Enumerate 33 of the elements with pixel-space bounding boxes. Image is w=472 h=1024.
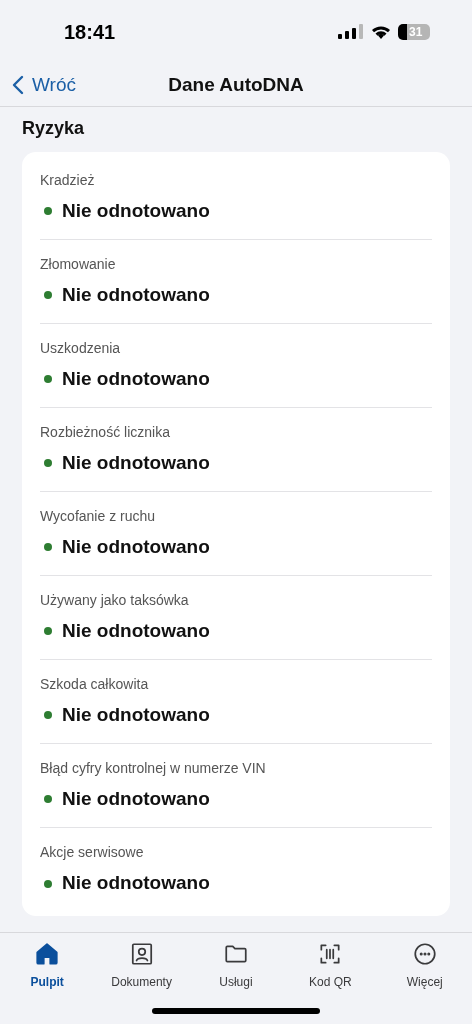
status-time: 18:41 xyxy=(64,20,116,45)
tab-bar-item[interactable]: Więcej xyxy=(379,941,470,991)
risk-label: Szkoda całkowita xyxy=(40,674,150,694)
risk-status: Nie odnotowano xyxy=(62,786,210,811)
wifi-icon xyxy=(371,24,391,40)
more-icon xyxy=(411,941,438,967)
battery-indicator: 31 xyxy=(398,24,430,40)
back-button[interactable]: Wróć xyxy=(12,70,76,100)
risk-label: Używany jako taksówka xyxy=(40,590,190,610)
risk-status: Nie odnotowano xyxy=(62,366,210,391)
risk-label: Uszkodzenia xyxy=(40,338,122,358)
tab-bar-item[interactable]: Usługi xyxy=(190,941,281,991)
tab-bar-item[interactable]: Kod QR xyxy=(285,941,376,991)
risk-status: Nie odnotowano xyxy=(62,534,210,559)
risk-status: Nie odnotowano xyxy=(62,702,210,727)
risk-status: Nie odnotowano xyxy=(62,282,210,307)
section-title: Ryzyka xyxy=(22,117,86,140)
signal-icon xyxy=(338,24,364,40)
risk-status: Nie odnotowano xyxy=(62,450,210,475)
risk-label: Złomowanie xyxy=(40,254,117,274)
risk-label: Błąd cyfry kontrolnej w numerze VIN xyxy=(40,758,267,778)
risk-status: Nie odnotowano xyxy=(62,618,210,643)
risk-label: Wycofanie z ruchu xyxy=(40,506,157,526)
risk-status: Nie odnotowano xyxy=(62,198,210,223)
home-icon xyxy=(34,941,61,967)
risk-label: Akcje serwisowe xyxy=(40,843,145,863)
risk-status: Nie odnotowano xyxy=(62,871,210,896)
screen-title: Dane AutoDNA xyxy=(168,72,304,97)
risk-label: Rozbieżność licznika xyxy=(40,422,171,442)
chevron-left-icon xyxy=(12,75,24,95)
tab-bar-item[interactable]: Pulpit xyxy=(2,941,93,991)
tab-bar-item[interactable]: Dokumenty xyxy=(96,941,187,991)
risk-label: Kradzież xyxy=(40,170,96,190)
